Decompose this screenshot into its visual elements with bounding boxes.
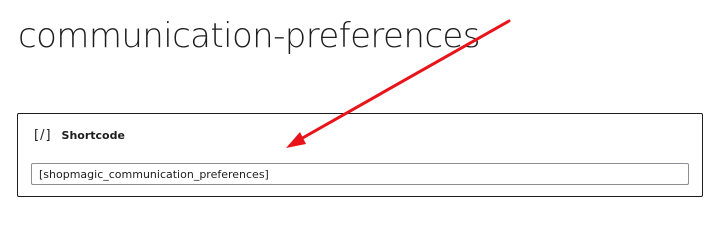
shortcode-icon: [/] — [34, 128, 52, 143]
page-title: communication-preferences — [18, 16, 480, 56]
shortcode-block[interactable]: [/] Shortcode — [17, 113, 703, 197]
shortcode-block-title: Shortcode — [61, 129, 125, 142]
shortcode-input[interactable] — [31, 163, 689, 185]
shortcode-block-header: [/] Shortcode — [34, 129, 125, 142]
